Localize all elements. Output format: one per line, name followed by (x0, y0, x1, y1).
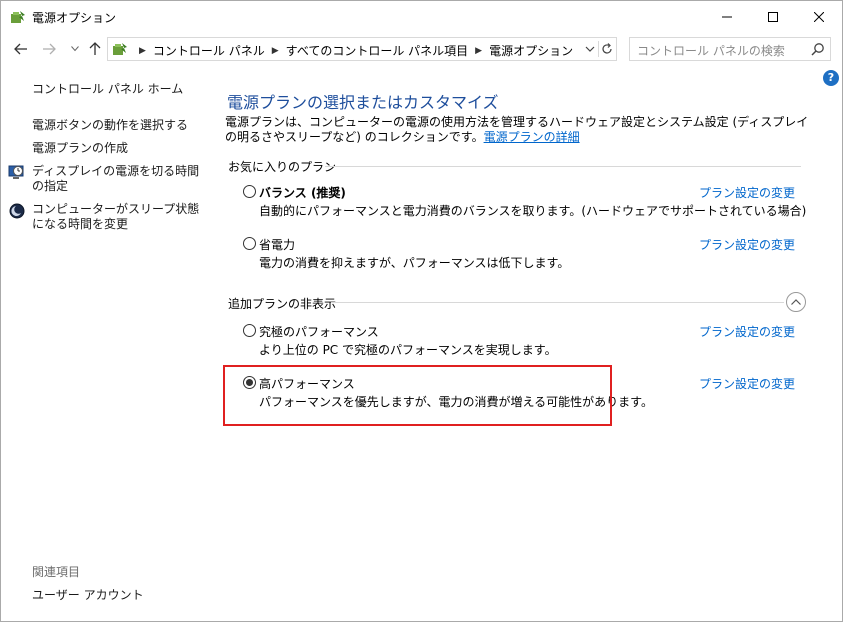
address-dropdown-icon[interactable] (584, 43, 596, 55)
power-options-icon (11, 11, 25, 23)
sidebar-item-create-plan[interactable]: 電源プランの作成 (32, 141, 128, 156)
plan-name: 究極のパフォーマンス (259, 325, 379, 339)
forward-button[interactable] (41, 41, 57, 57)
sleep-moon-icon (9, 203, 25, 219)
chevron-up-icon (791, 299, 801, 305)
refresh-icon (601, 43, 612, 54)
navigation-bar: ▶ コントロール パネル ▶ すべてのコントロール パネル項目 ▶ 電源オプショ… (1, 34, 842, 64)
radio-balanced[interactable] (243, 185, 256, 198)
display-clock-icon (8, 165, 24, 179)
radio-ultimate-performance[interactable] (243, 324, 256, 337)
minimize-button[interactable] (704, 1, 750, 32)
plan-description: 電力の消費を抑えますが、パフォーマンスは低下します。 (259, 256, 570, 270)
recent-locations-button[interactable] (67, 41, 83, 57)
title-bar: 電源オプション (1, 1, 842, 32)
up-button[interactable] (87, 41, 103, 57)
hidden-plans-header: 追加プランの非表示 (228, 297, 337, 311)
maximize-button[interactable] (750, 1, 796, 32)
breadcrumb-all-items[interactable]: すべてのコントロール パネル項目 (286, 42, 469, 59)
search-placeholder: コントロール パネルの検索 (637, 44, 785, 58)
sidebar-item-display-off[interactable]: ディスプレイの電源を切る時間の指定 (32, 164, 202, 194)
forward-arrow-icon (43, 43, 56, 55)
change-plan-settings-balanced-link[interactable]: プラン設定の変更 (699, 184, 795, 201)
back-button[interactable] (13, 41, 29, 57)
user-accounts-link[interactable]: ユーザー アカウント (32, 586, 144, 603)
sidebar-item-power-button[interactable]: 電源ボタンの動作を選択する (32, 118, 188, 133)
window-title: 電源オプション (32, 11, 117, 25)
divider (325, 166, 801, 167)
refresh-button[interactable] (598, 41, 614, 57)
plan-name: 省電力 (259, 238, 296, 252)
search-box[interactable]: コントロール パネルの検索 (629, 37, 831, 61)
highlight-box (223, 365, 612, 426)
plan-description: 自動的にパフォーマンスと電力消費のバランスを取ります。(ハードウェアでサポートさ… (259, 204, 807, 218)
breadcrumb-power-options[interactable]: 電源オプション (489, 42, 573, 59)
divider (331, 302, 784, 303)
breadcrumb-control-panel[interactable]: コントロール パネル (153, 42, 265, 59)
breadcrumb: ▶ コントロール パネル ▶ すべてのコントロール パネル項目 ▶ 電源オプショ… (132, 42, 573, 59)
change-plan-settings-power-saver-link[interactable]: プラン設定の変更 (699, 236, 795, 253)
close-icon (814, 11, 824, 22)
breadcrumb-separator-icon[interactable]: ▶ (475, 46, 482, 56)
collapse-button[interactable] (786, 292, 806, 312)
favorites-header: お気に入りのプラン (228, 160, 337, 174)
search-icon[interactable] (811, 42, 825, 56)
minimize-icon (722, 16, 732, 17)
breadcrumb-separator-icon[interactable]: ▶ (139, 46, 146, 56)
power-plan-details-link[interactable]: 電源プランの詳細 (484, 130, 580, 144)
address-bar[interactable]: ▶ コントロール パネル ▶ すべてのコントロール パネル項目 ▶ 電源オプショ… (107, 37, 617, 61)
help-icon[interactable]: ? (823, 70, 839, 86)
sidebar-item-sleep-time[interactable]: コンピューターがスリープ状態になる時間を変更 (32, 202, 202, 232)
control-panel-window: 電源オプション ▶ コントロール パネル ▶ すべてのコントロール パネル項目 … (0, 0, 843, 622)
change-plan-settings-ultimate-link[interactable]: プラン設定の変更 (699, 323, 795, 340)
breadcrumb-separator-icon[interactable]: ▶ (272, 46, 279, 56)
sidebar-home-link[interactable]: コントロール パネル ホーム (32, 82, 183, 97)
radio-power-saver[interactable] (243, 237, 256, 250)
plan-description: より上位の PC で究極のパフォーマンスを実現します。 (259, 343, 557, 357)
back-arrow-icon (14, 43, 27, 55)
maximize-icon (768, 11, 778, 22)
related-items-header: 関連項目 (32, 565, 81, 579)
chevron-down-icon (71, 46, 79, 52)
control-panel-icon (113, 43, 127, 55)
plan-name: バランス (推奨) (259, 186, 346, 200)
up-arrow-icon (89, 42, 101, 55)
change-plan-settings-high-performance-link[interactable]: プラン設定の変更 (699, 375, 795, 392)
page-title: 電源プランの選択またはカスタマイズ (227, 93, 499, 112)
close-button[interactable] (796, 1, 842, 32)
page-description: 電源プランは、コンピューターの電源の使用方法を管理するハードウェア設定とシステム… (225, 115, 815, 145)
